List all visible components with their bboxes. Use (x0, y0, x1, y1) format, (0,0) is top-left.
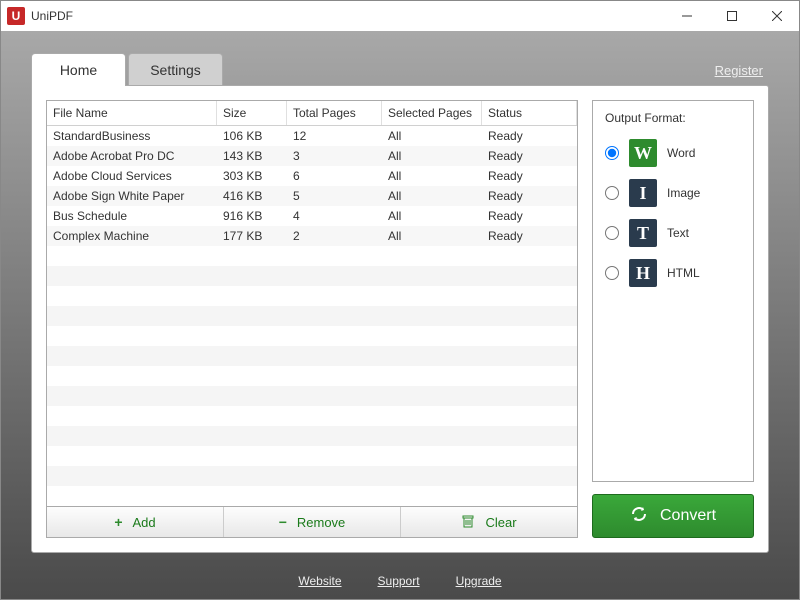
format-option-text[interactable]: T Text (605, 219, 741, 247)
cell-filename: Adobe Cloud Services (47, 169, 217, 183)
cell-selected-pages: All (382, 189, 482, 203)
cell-size: 416 KB (217, 189, 287, 203)
cell-filename: Bus Schedule (47, 209, 217, 223)
table-row[interactable]: Bus Schedule916 KB4AllReady (47, 206, 577, 226)
cell-size: 143 KB (217, 149, 287, 163)
cell-selected-pages: All (382, 229, 482, 243)
cell-total-pages: 3 (287, 149, 382, 163)
format-radio-html[interactable] (605, 266, 619, 280)
cell-status: Ready (482, 169, 577, 183)
text-icon: T (629, 219, 657, 247)
cell-size: 916 KB (217, 209, 287, 223)
table-body: StandardBusiness106 KB12AllReadyAdobe Ac… (47, 126, 577, 506)
format-radio-text[interactable] (605, 226, 619, 240)
format-option-word[interactable]: W Word (605, 139, 741, 167)
table-row[interactable]: Adobe Cloud Services303 KB6AllReady (47, 166, 577, 186)
remove-button[interactable]: − Remove (224, 507, 401, 537)
header-total-pages[interactable]: Total Pages (287, 101, 382, 125)
add-label: Add (133, 515, 156, 530)
tabs-row: Home Settings Register (1, 31, 799, 86)
cell-filename: Adobe Sign White Paper (47, 189, 217, 203)
cell-total-pages: 2 (287, 229, 382, 243)
empty-rows (47, 246, 577, 506)
minimize-button[interactable] (664, 1, 709, 31)
format-label: Word (667, 146, 695, 160)
minus-icon: − (279, 514, 287, 530)
html-icon: H (629, 259, 657, 287)
file-buttons-row: + Add − Remove Clear (46, 507, 578, 538)
cell-status: Ready (482, 189, 577, 203)
cell-selected-pages: All (382, 209, 482, 223)
cell-size: 303 KB (217, 169, 287, 183)
website-link[interactable]: Website (298, 574, 341, 588)
footer-links: Website Support Upgrade (1, 563, 799, 599)
format-radio-word[interactable] (605, 146, 619, 160)
cell-status: Ready (482, 149, 577, 163)
header-filename[interactable]: File Name (47, 101, 217, 125)
table-header: File Name Size Total Pages Selected Page… (47, 101, 577, 126)
file-list-column: File Name Size Total Pages Selected Page… (46, 100, 578, 538)
cell-size: 177 KB (217, 229, 287, 243)
output-column: Output Format: W Word I Image T Text H HTML Con… (592, 100, 754, 538)
remove-label: Remove (297, 515, 345, 530)
header-size[interactable]: Size (217, 101, 287, 125)
register-link[interactable]: Register (715, 63, 763, 78)
format-option-html[interactable]: H HTML (605, 259, 741, 287)
support-link[interactable]: Support (378, 574, 420, 588)
table-row[interactable]: Adobe Acrobat Pro DC143 KB3AllReady (47, 146, 577, 166)
clear-label: Clear (485, 515, 516, 530)
add-button[interactable]: + Add (47, 507, 224, 537)
tab-home[interactable]: Home (31, 53, 126, 86)
client-area: Home Settings Register File Name Size To… (1, 31, 799, 599)
plus-icon: + (114, 514, 122, 530)
cell-status: Ready (482, 209, 577, 223)
table-row[interactable]: Complex Machine177 KB2AllReady (47, 226, 577, 246)
convert-button[interactable]: Convert (592, 494, 754, 538)
clear-button[interactable]: Clear (401, 507, 577, 537)
titlebar: U UniPDF (1, 1, 799, 31)
cell-total-pages: 12 (287, 129, 382, 143)
cell-status: Ready (482, 129, 577, 143)
app-window: U UniPDF Home Settings Register File Nam… (0, 0, 800, 600)
tab-settings[interactable]: Settings (128, 53, 223, 86)
header-selected-pages[interactable]: Selected Pages (382, 101, 482, 125)
cell-filename: Complex Machine (47, 229, 217, 243)
format-label: Image (667, 186, 700, 200)
output-format-title: Output Format: (605, 111, 741, 125)
file-table: File Name Size Total Pages Selected Page… (46, 100, 578, 507)
app-icon: U (7, 7, 25, 25)
header-status[interactable]: Status (482, 101, 577, 125)
upgrade-link[interactable]: Upgrade (456, 574, 502, 588)
format-label: Text (667, 226, 689, 240)
close-button[interactable] (754, 1, 799, 31)
cell-selected-pages: All (382, 169, 482, 183)
main-panel: File Name Size Total Pages Selected Page… (31, 85, 769, 553)
cell-total-pages: 6 (287, 169, 382, 183)
cell-status: Ready (482, 229, 577, 243)
maximize-button[interactable] (709, 1, 754, 31)
format-label: HTML (667, 266, 700, 280)
table-row[interactable]: Adobe Sign White Paper416 KB5AllReady (47, 186, 577, 206)
refresh-icon (630, 505, 648, 528)
cell-filename: StandardBusiness (47, 129, 217, 143)
window-title: UniPDF (31, 9, 73, 23)
word-icon: W (629, 139, 657, 167)
cell-size: 106 KB (217, 129, 287, 143)
cell-filename: Adobe Acrobat Pro DC (47, 149, 217, 163)
table-row[interactable]: StandardBusiness106 KB12AllReady (47, 126, 577, 146)
format-radio-image[interactable] (605, 186, 619, 200)
cell-total-pages: 5 (287, 189, 382, 203)
cell-selected-pages: All (382, 129, 482, 143)
format-option-image[interactable]: I Image (605, 179, 741, 207)
output-format-box: Output Format: W Word I Image T Text H HTML (592, 100, 754, 482)
convert-label: Convert (660, 507, 716, 525)
image-icon: I (629, 179, 657, 207)
trash-icon (461, 514, 475, 531)
cell-total-pages: 4 (287, 209, 382, 223)
cell-selected-pages: All (382, 149, 482, 163)
